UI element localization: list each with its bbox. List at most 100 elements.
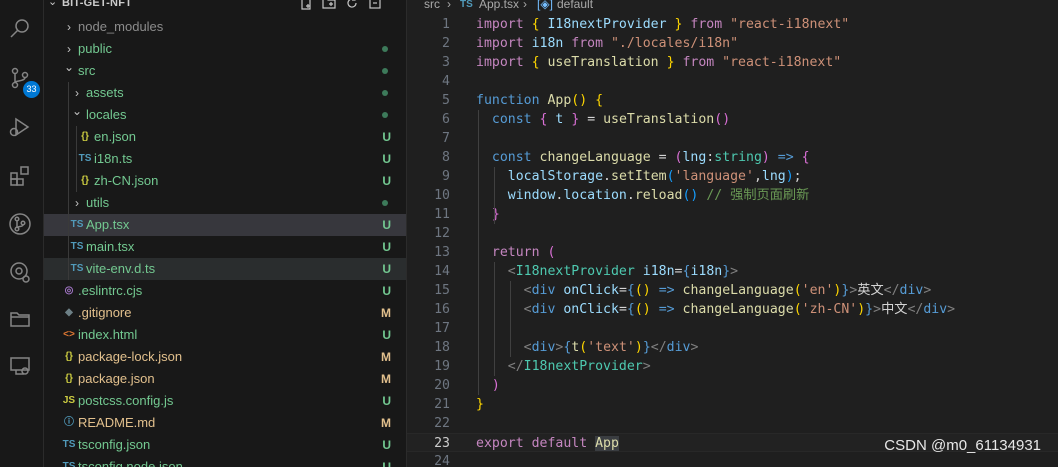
code-line[interactable]: 5 function App() { [407,91,1058,110]
ts-file-icon: TS [70,219,84,230]
github-icon[interactable] [6,258,34,286]
line-number: 21 [434,397,450,412]
line-number: 8 [442,150,450,165]
tree-file[interactable]: TS vite-env.d.ts U [44,258,406,280]
code-line[interactable]: 16 <div onClick={() => changeLanguage('z… [407,300,1058,319]
code-token: () [634,283,651,298]
code-line[interactable]: 15 <div onClick={() => changeLanguage('e… [407,281,1058,300]
code-token: onClick [563,283,619,298]
code-line[interactable]: 21} [407,395,1058,414]
git-status-badge: U [382,438,391,452]
code-line[interactable]: 19 </I18nextProvider> [407,357,1058,376]
tree-item-label: en.json [94,129,136,144]
code-line[interactable]: 1 import { I18nextProvider } from "react-… [407,15,1058,34]
code-line[interactable]: 9 localStorage.setItem('language',lng); [407,167,1058,186]
code-line[interactable]: 18 <div>{t('text')}</div> [407,338,1058,357]
code-text: return ( [476,243,556,262]
code-line[interactable]: 24 [407,452,1058,467]
code-line[interactable]: 4 [407,72,1058,91]
code-token: I18nextProvider [547,17,675,32]
tree-file[interactable]: ⓘ README.md M [44,412,406,434]
tree-file[interactable]: TS tsconfig.json U [44,434,406,456]
code-token: App [547,93,572,108]
new-folder-icon[interactable] [322,0,336,10]
git-status-dot [382,68,388,74]
tree-file[interactable]: {} package.json M [44,368,406,390]
remote-explorer-icon[interactable] [6,352,34,380]
code-token: import [476,17,532,32]
code-token: { [801,150,810,165]
code-line[interactable]: 11 } [407,205,1058,224]
refresh-icon[interactable] [345,0,359,10]
code-line[interactable]: 2 import i18n from "./locales/i18n" [407,34,1058,53]
folder-icon[interactable] [6,305,34,333]
code-line[interactable]: 3 import { useTranslation } from "react-i… [407,53,1058,72]
tree-file[interactable]: TS tsconfig.node.json U [44,456,406,467]
breadcrumb-symbol[interactable]: default [557,0,593,11]
code-text: import i18n from "./locales/i18n" [476,34,738,53]
tree-file[interactable]: <> index.html U [44,324,406,346]
code-line[interactable]: 7 [407,129,1058,148]
source-control-icon[interactable]: 33 [6,64,40,98]
line-number: 16 [434,302,450,317]
ts-file-icon: TS [78,153,92,164]
tree-folder[interactable]: › utils [44,192,406,214]
json-file-icon: {} [81,131,89,142]
tree-folder[interactable]: ⌄ src [44,60,406,82]
code-token: onClick [563,302,619,317]
code-token: "./locales/i18n" [610,36,739,51]
tree-item-label: README.md [78,415,156,430]
code-token: div [899,283,924,298]
code-line[interactable]: 14 <I18nextProvider i18n={i18n}> [407,262,1058,281]
breadcrumb-folder[interactable]: src [424,0,440,11]
tree-file[interactable]: TS i18n.ts U [44,148,406,170]
code-token: . [603,169,611,184]
code-line[interactable]: 20 ) [407,376,1058,395]
code-token: => [777,150,794,165]
line-number: 12 [434,226,450,241]
tree-file[interactable]: ◎ .eslintrc.cjs U [44,280,406,302]
code-line[interactable]: 6 const { t } = useTranslation() [407,110,1058,129]
git-status-dot [382,112,388,118]
new-file-icon[interactable] [299,0,313,10]
tree-file[interactable]: TS App.tsx U [44,214,406,236]
code-line[interactable]: 17 [407,319,1058,338]
extensions-icon[interactable] [6,162,34,190]
tree-folder[interactable]: › assets [44,82,406,104]
code-line[interactable]: 13 return ( [407,243,1058,262]
tree-file[interactable]: {} zh-CN.json U [44,170,406,192]
tree-folder[interactable]: › node_modules [44,16,406,38]
collapse-all-icon[interactable] [368,0,382,10]
json-file-icon: {} [81,175,89,186]
code-token: > [690,340,699,355]
tree-item-label: tsconfig.json [78,437,151,452]
tree-file[interactable]: JS postcss.config.js U [44,390,406,412]
tree-file[interactable]: TS main.tsx U [44,236,406,258]
code-line[interactable]: 8 const changeLanguage = (lng:string) =>… [407,148,1058,167]
code-token: < [507,264,516,279]
run-debug-icon[interactable] [6,113,34,141]
search-icon[interactable] [6,15,34,43]
code-token: </ [650,340,667,355]
code-token: 中文 [881,302,908,317]
tree-file[interactable]: ◆ .gitignore M [44,302,406,324]
line-number: 17 [434,321,450,336]
project-title[interactable]: BIT-GET-NFT [62,0,132,9]
tree-file[interactable]: {} package-lock.json M [44,346,406,368]
tree-folder[interactable]: ⌄ locales [44,104,406,126]
breadcrumb-file[interactable]: App.tsx [479,0,519,11]
tree-folder[interactable]: › public [44,38,406,60]
git-graph-icon[interactable] [6,210,34,238]
line-number: 4 [442,74,450,89]
code-line[interactable]: 22 [407,414,1058,433]
code-line[interactable]: 12 [407,224,1058,243]
code-line[interactable]: 10 window.location.reload() // 强制页面刷新 [407,186,1058,205]
git-status-badge: U [382,130,391,144]
code-token: ) [634,340,643,355]
chevron-down-icon[interactable]: ⌄ [48,0,57,8]
code-token: { [626,283,635,298]
tree-file[interactable]: {} en.json U [44,126,406,148]
